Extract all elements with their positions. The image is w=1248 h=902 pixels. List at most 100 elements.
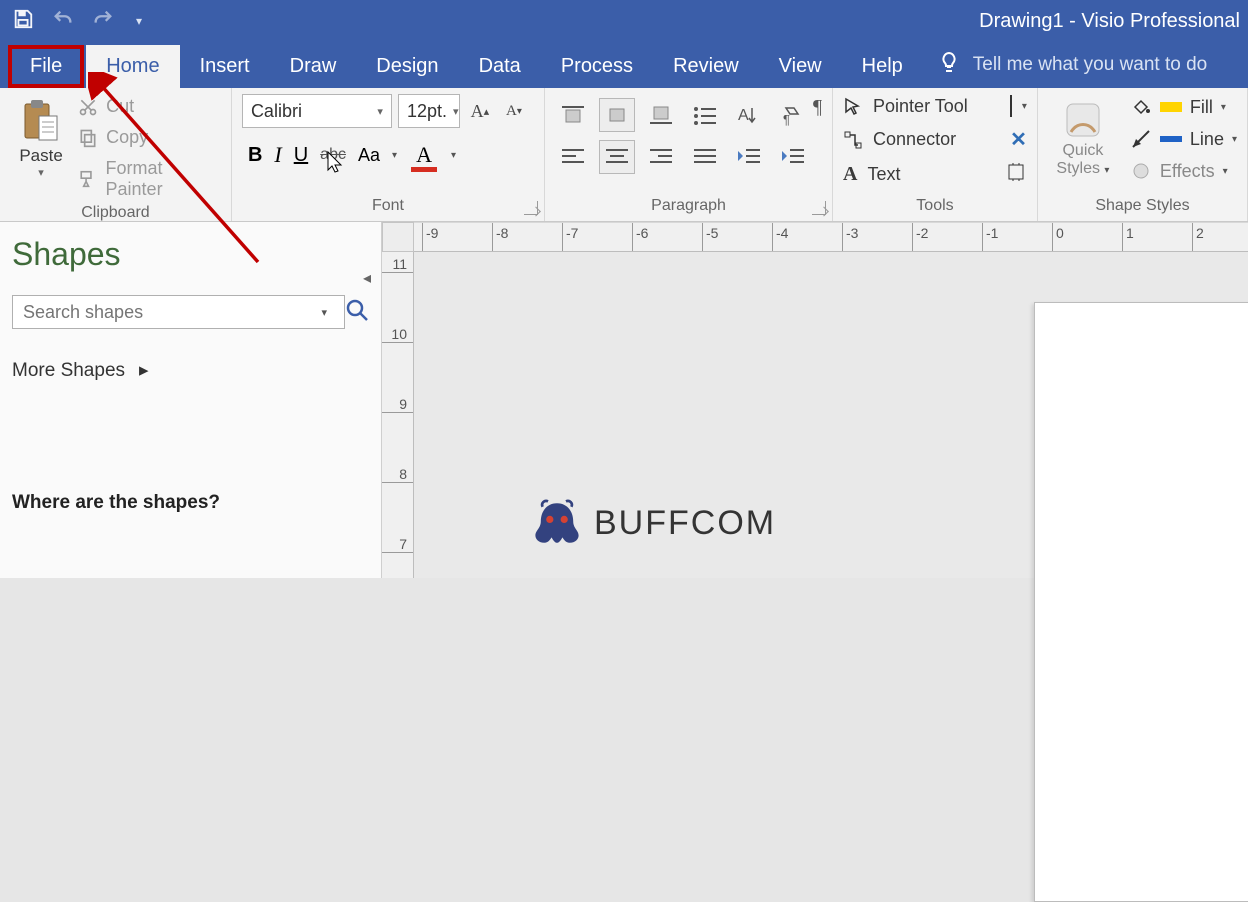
document-title: Drawing1 - Visio Professional (979, 10, 1240, 33)
bullets-button[interactable] (687, 98, 723, 132)
group-clipboard: Paste ▾ Cut Copy Format Painter Clipboar… (0, 88, 232, 221)
save-icon[interactable] (12, 8, 34, 35)
connector-tool-button[interactable]: Connector ✕ (843, 127, 1027, 152)
chevron-right-icon: ▸ (139, 359, 149, 382)
tab-draw[interactable]: Draw (270, 45, 357, 88)
rotate-text-button[interactable]: ¶ (775, 98, 811, 132)
title-bar: ▾ Drawing1 - Visio Professional (0, 0, 1248, 42)
effects-label: Effects (1160, 161, 1215, 182)
watermark: BUFFCOM (530, 496, 776, 550)
strikethrough-button[interactable]: abc (320, 146, 346, 164)
drawing-page[interactable] (1034, 302, 1248, 902)
tab-review[interactable]: Review (653, 45, 759, 88)
paragraph-marks-button[interactable]: ¶ (813, 96, 822, 119)
paste-label: Paste (19, 146, 62, 166)
italic-button[interactable]: I (274, 142, 281, 168)
paste-dropdown-icon[interactable]: ▾ (38, 166, 44, 179)
tell-me-input[interactable]: Tell me what you want to do (973, 54, 1207, 76)
more-shapes-button[interactable]: More Shapes ▸ (12, 359, 369, 382)
redo-icon[interactable] (92, 8, 114, 35)
text-tool-label: Text (867, 164, 900, 185)
cut-button: Cut (78, 96, 221, 117)
change-case-button[interactable]: Aa (358, 145, 380, 166)
font-size-value: 12pt. (407, 101, 447, 122)
copy-label: Copy (106, 127, 148, 148)
ribbon: Paste ▾ Cut Copy Format Painter Clipboar… (0, 88, 1248, 222)
text-block-icon[interactable] (1007, 162, 1027, 187)
ruler-vertical: 1110987 (382, 252, 414, 578)
align-middle-button[interactable] (599, 98, 635, 132)
font-color-button[interactable]: A (409, 142, 439, 168)
decrease-indent-button[interactable] (731, 140, 767, 174)
text-direction-button[interactable]: A (731, 98, 767, 132)
watermark-text: BUFFCOM (594, 504, 776, 543)
tab-home[interactable]: Home (86, 45, 179, 88)
cut-label: Cut (106, 96, 134, 117)
ribbon-tabs: File Home Insert Draw Design Data Proces… (0, 42, 1248, 88)
connector-label: Connector (873, 129, 956, 150)
shapes-pane-title: Shapes (12, 236, 369, 273)
align-top-button[interactable] (555, 98, 591, 132)
lightbulb-icon (937, 50, 961, 80)
shapes-pane: Shapes ◂ ▾ More Shapes ▸ Where are the s… (0, 222, 382, 578)
text-tool-button[interactable]: A Text (843, 162, 1027, 187)
pointer-tool-button[interactable]: Pointer Tool ▾ (843, 96, 1027, 117)
tab-view[interactable]: View (759, 45, 842, 88)
tab-data[interactable]: Data (459, 45, 541, 88)
paragraph-dialog-launcher[interactable] (812, 201, 826, 215)
connection-point-icon[interactable]: ✕ (1010, 127, 1027, 152)
align-center-button[interactable] (599, 140, 635, 174)
justify-button[interactable] (687, 140, 723, 174)
tab-insert[interactable]: Insert (180, 45, 270, 88)
line-button[interactable]: Line▾ (1130, 128, 1237, 150)
tab-file[interactable]: File (8, 45, 84, 88)
decrease-font-icon[interactable]: A▾ (500, 96, 528, 126)
effects-button[interactable]: Effects▾ (1130, 160, 1237, 182)
svg-text:A: A (738, 107, 749, 124)
underline-button[interactable]: U (294, 144, 308, 167)
align-right-button[interactable] (643, 140, 679, 174)
collapse-pane-icon[interactable]: ◂ (363, 268, 371, 288)
align-left-button[interactable] (555, 140, 591, 174)
line-label: Line (1190, 129, 1224, 150)
ruler-horizontal: -9-8-7-6-5-4-3-2-10123 (414, 222, 1248, 252)
group-label-tools: Tools (833, 193, 1037, 221)
format-painter-button: Format Painter (78, 158, 221, 200)
group-font: Calibri▾ 12pt.▾ A▴ A▾ B I U abc Aa▾ A▾ F… (232, 88, 545, 221)
fill-label: Fill (1190, 97, 1213, 118)
fill-button[interactable]: Fill▾ (1130, 96, 1237, 118)
group-label-paragraph: Paragraph (545, 193, 832, 221)
format-painter-label: Format Painter (106, 158, 221, 200)
rectangle-tool-icon[interactable] (1010, 95, 1012, 117)
svg-text:¶: ¶ (783, 112, 790, 126)
font-name-value: Calibri (251, 101, 302, 122)
paste-button[interactable]: Paste ▾ (10, 94, 72, 179)
group-tools: Pointer Tool ▾ Connector ✕ A Text Tools (833, 88, 1038, 221)
font-size-combo[interactable]: 12pt.▾ (398, 94, 460, 128)
search-icon[interactable] (351, 298, 369, 327)
where-are-shapes-text: Where are the shapes? (12, 492, 369, 514)
tab-design[interactable]: Design (356, 45, 458, 88)
undo-icon[interactable] (52, 8, 74, 35)
pointer-tool-label: Pointer Tool (873, 96, 968, 117)
align-bottom-button[interactable] (643, 98, 679, 132)
search-shapes-input[interactable] (12, 295, 345, 329)
quick-styles-button[interactable]: Quick Styles ▾ (1048, 94, 1118, 177)
more-shapes-label: More Shapes (12, 360, 125, 382)
tab-help[interactable]: Help (842, 45, 923, 88)
bold-button[interactable]: B (248, 144, 262, 167)
group-paragraph: A ¶ ¶ Paragraph (545, 88, 833, 221)
search-dropdown-icon[interactable]: ▾ (321, 306, 327, 319)
quick-access-toolbar: ▾ (0, 8, 142, 35)
font-dialog-launcher[interactable] (524, 201, 538, 215)
ruler-corner (382, 222, 414, 252)
font-name-combo[interactable]: Calibri▾ (242, 94, 392, 128)
qat-customize-icon[interactable]: ▾ (132, 14, 142, 28)
increase-font-icon[interactable]: A▴ (466, 96, 494, 126)
group-label-font: Font (232, 193, 544, 221)
copy-button: Copy (78, 127, 221, 148)
increase-indent-button[interactable] (775, 140, 811, 174)
tab-process[interactable]: Process (541, 45, 653, 88)
group-label-shape-styles: Shape Styles (1038, 193, 1247, 221)
group-shape-styles: Quick Styles ▾ Fill▾ Line▾ Effects▾ (1038, 88, 1248, 221)
